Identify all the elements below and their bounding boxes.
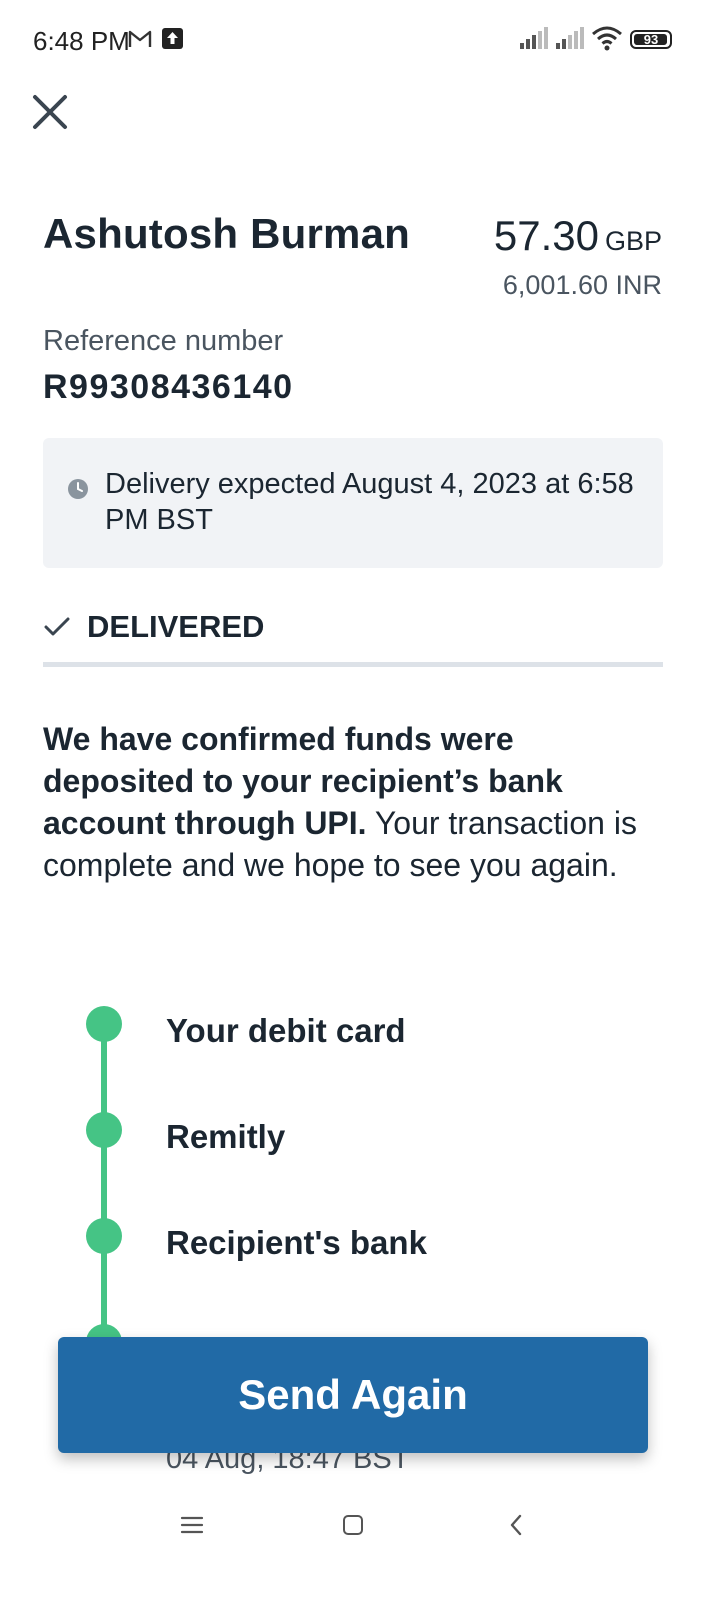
clock-icon	[68, 479, 88, 499]
status-label: DELIVERED	[87, 609, 265, 644]
delivery-expected-text: Delivery expected August 4, 2023 at 6:58…	[105, 468, 634, 536]
gmail-icon	[128, 30, 152, 47]
system-nav-bar	[0, 1490, 720, 1600]
status-bar: 6:48 PM 93	[0, 0, 720, 80]
timeline-step-remitly: Remitly	[166, 1118, 286, 1155]
upload-icon	[162, 28, 183, 49]
recipient-name: Ashutosh Burman	[43, 210, 411, 257]
amount-currency: GBP	[604, 226, 662, 256]
menu-icon[interactable]	[180, 1514, 204, 1536]
reference-number: R99308436140	[43, 368, 294, 406]
close-icon[interactable]	[30, 92, 70, 132]
converted-amount: 6,001.60 INR	[502, 270, 662, 300]
battery-level: 93	[643, 32, 659, 47]
check-icon	[44, 617, 70, 636]
delivery-info-box: Delivery expected August 4, 2023 at 6:58…	[43, 438, 663, 568]
signal-icon	[520, 27, 548, 49]
signal-icon	[556, 27, 584, 49]
divider	[43, 662, 663, 667]
wifi-icon	[592, 26, 622, 51]
timeline-dot	[86, 1112, 122, 1148]
back-icon[interactable]	[506, 1512, 526, 1538]
timeline-step-debit-card: Your debit card	[166, 1012, 406, 1049]
send-again-button[interactable]: Send Again	[58, 1337, 648, 1453]
reference-label: Reference number	[43, 325, 284, 357]
status-time: 6:48 PM	[33, 26, 130, 56]
transfer-details-screen: 6:48 PM 93 Ashutosh Burman 57.30 GBP 6,0…	[0, 0, 720, 1600]
amount-value: 57.30	[493, 212, 599, 259]
send-amount: 57.30 GBP	[494, 212, 662, 260]
timeline-dot	[86, 1006, 122, 1042]
timeline-dot	[86, 1218, 122, 1254]
confirmation-message: We have confirmed funds were deposited t…	[43, 718, 673, 886]
battery-icon: 93	[630, 30, 672, 49]
home-icon[interactable]	[343, 1515, 363, 1535]
timeline-step-recipient-bank: Recipient's bank	[166, 1224, 427, 1261]
